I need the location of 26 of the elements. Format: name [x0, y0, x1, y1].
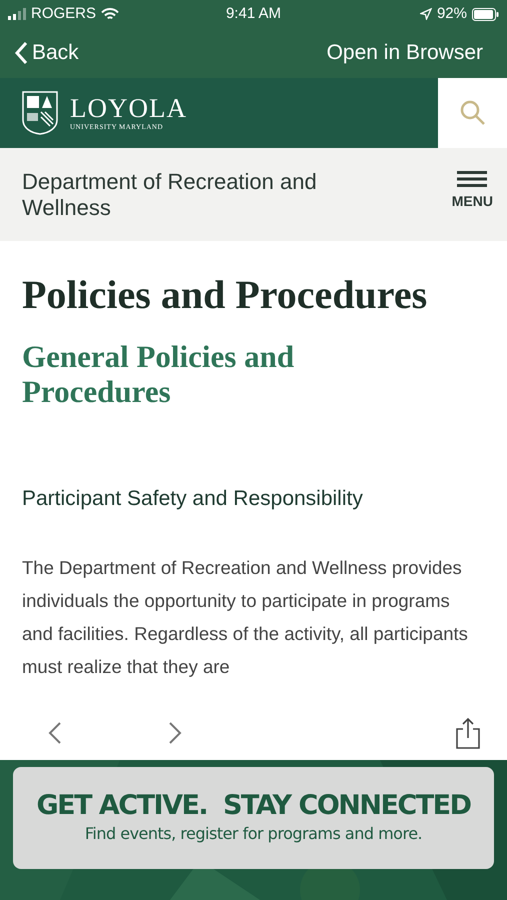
open-in-browser-button[interactable]: Open in Browser	[326, 37, 493, 69]
logo-name: LOYOLA	[70, 95, 187, 122]
page-title: Policies and Procedures	[22, 271, 428, 319]
wifi-icon	[101, 8, 120, 20]
chevron-left-icon	[48, 720, 62, 744]
share-icon	[455, 716, 481, 748]
search-icon	[460, 100, 486, 126]
location-arrow-icon	[420, 8, 432, 20]
battery-percent: 92%	[436, 4, 467, 24]
signal-icon	[8, 8, 26, 20]
banner-tagline: Find events, register for programs and more.	[84, 823, 422, 845]
chevron-right-icon	[168, 720, 182, 744]
back-button[interactable]: Back	[14, 37, 79, 69]
body-paragraph: The Department of Recreation and Wellness provides individuals the opportunity to participate in programs and facilities. Regardless of the activity, all participants must realize that they are	[22, 556, 469, 679]
section-subtitle: General Policies and Procedures	[22, 339, 296, 409]
crest-icon	[22, 91, 58, 135]
section-heading: Participant Safety and Responsibility	[22, 486, 364, 512]
banner-headline: GET ACTIVE. STAY CONNECTED	[36, 790, 471, 822]
battery-icon	[472, 8, 499, 20]
menu-button[interactable]: MENU	[452, 171, 493, 212]
chevron-left-icon	[14, 41, 28, 65]
menu-icon	[457, 171, 488, 187]
carrier-name: ROGERS	[31, 4, 96, 24]
share-button[interactable]	[455, 716, 481, 748]
clock-time: 9:41 AM	[224, 4, 282, 24]
section-title: Department of Recreation and Wellness	[22, 168, 318, 220]
